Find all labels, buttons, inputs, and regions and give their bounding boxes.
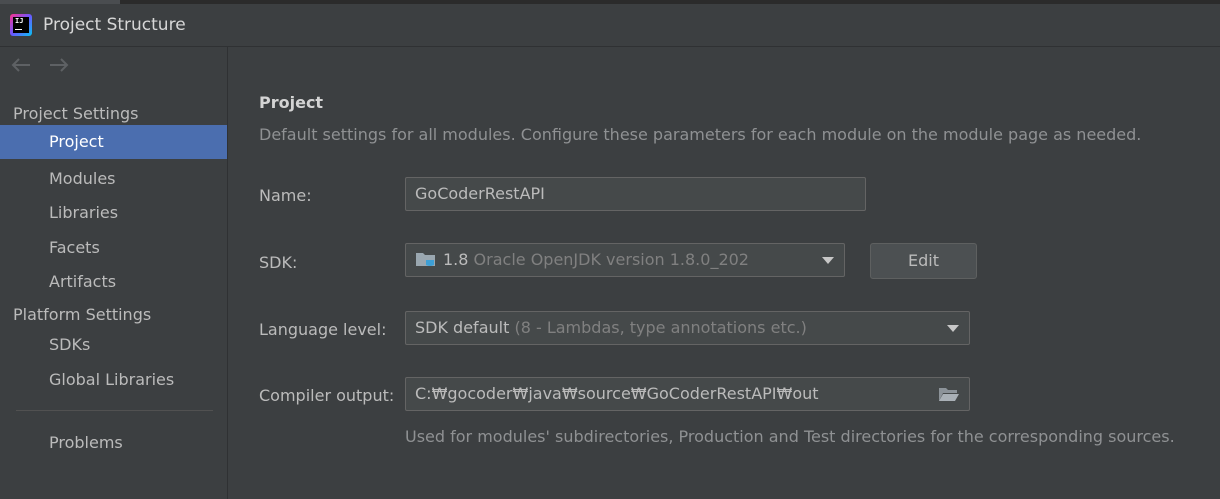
sidebar-item-facets[interactable]: Facets	[0, 231, 227, 265]
compiler-output-value: C:₩gocoder₩java₩source₩GoCoderRestAPI₩ou…	[415, 384, 819, 403]
group-project-settings: Project Settings	[13, 104, 139, 123]
language-level-combobox[interactable]: SDK default (8 - Lambdas, type annotatio…	[405, 311, 970, 345]
language-level-label: Language level:	[259, 320, 387, 339]
group-platform-settings: Platform Settings	[13, 305, 152, 324]
forward-arrow-icon[interactable]	[48, 57, 70, 73]
nav-arrows	[10, 57, 70, 73]
sidebar-item-problems[interactable]: Problems	[0, 426, 227, 460]
sidebar-divider	[16, 410, 213, 411]
browse-folder-icon[interactable]	[938, 386, 960, 403]
window-title: Project Structure	[43, 15, 186, 35]
page-title: Project	[259, 93, 324, 112]
title-bar: IJ Project Structure	[0, 4, 1220, 47]
sdk-combobox[interactable]: 1.8 Oracle OpenJDK version 1.8.0_202	[405, 243, 845, 277]
page-description: Default settings for all modules. Config…	[259, 125, 1142, 144]
sidebar-item-modules[interactable]: Modules	[0, 162, 227, 196]
sdk-detail: Oracle OpenJDK version 1.8.0_202	[473, 250, 749, 269]
sidebar-item-artifacts[interactable]: Artifacts	[0, 265, 227, 299]
sidebar-item-sdks[interactable]: SDKs	[0, 328, 227, 362]
sidebar-item-global-libraries[interactable]: Global Libraries	[0, 363, 227, 397]
language-level-detail: (8 - Lambdas, type annotations etc.)	[514, 318, 807, 337]
compiler-output-hint: Used for modules' subdirectories, Produc…	[405, 427, 1175, 446]
sdk-label: SDK:	[259, 253, 298, 272]
name-field[interactable]: GoCoderRestAPI	[405, 177, 866, 211]
intellij-idea-icon: IJ	[10, 14, 32, 36]
chevron-down-icon	[947, 325, 959, 332]
edit-sdk-button[interactable]: Edit	[870, 243, 977, 279]
folder-icon	[416, 253, 435, 266]
chevron-down-icon	[822, 257, 834, 264]
language-level-value: SDK default	[415, 318, 510, 337]
compiler-output-field[interactable]: C:₩gocoder₩java₩source₩GoCoderRestAPI₩ou…	[405, 377, 970, 411]
name-label: Name:	[259, 186, 312, 205]
sdk-version: 1.8	[443, 250, 469, 269]
sidebar: Project Settings Project Modules Librari…	[0, 47, 228, 499]
back-arrow-icon[interactable]	[10, 57, 32, 73]
sidebar-item-libraries[interactable]: Libraries	[0, 196, 227, 230]
sidebar-item-project[interactable]: Project	[0, 125, 227, 159]
main-panel: Project Default settings for all modules…	[228, 47, 1220, 499]
compiler-output-label: Compiler output:	[259, 386, 395, 405]
